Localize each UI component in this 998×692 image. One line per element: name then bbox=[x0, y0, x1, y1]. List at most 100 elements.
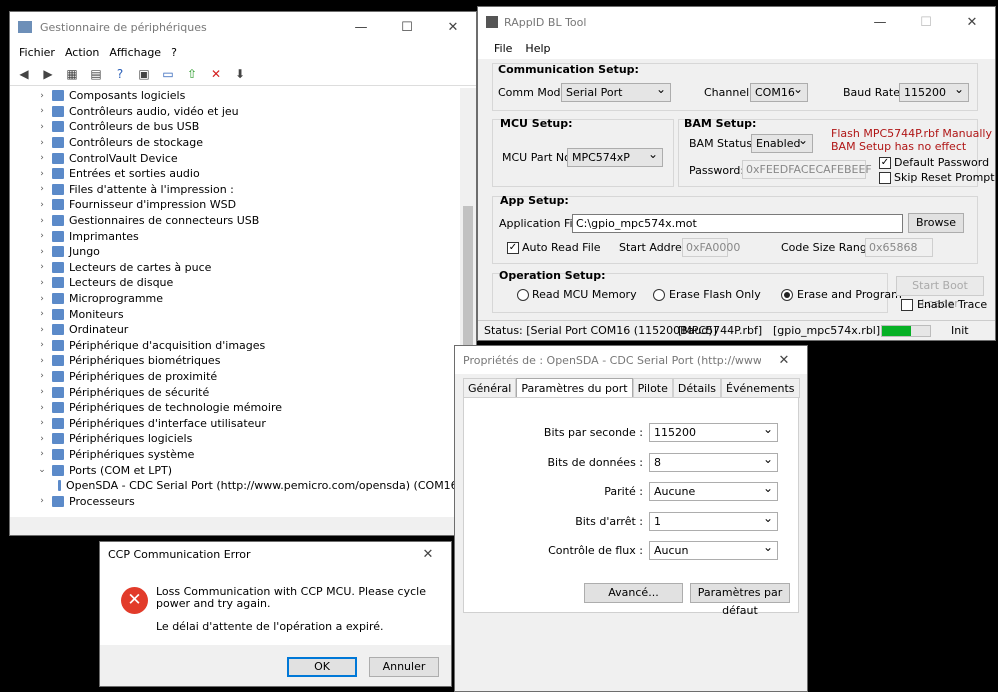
chevron-right-icon[interactable]: › bbox=[36, 325, 48, 335]
chevron-right-icon[interactable]: › bbox=[36, 449, 48, 459]
chevron-right-icon[interactable]: › bbox=[36, 200, 48, 210]
erase-program-radio[interactable] bbox=[781, 289, 793, 301]
horizontal-scrollbar[interactable] bbox=[10, 517, 476, 535]
tab-details[interactable]: Détails bbox=[672, 378, 722, 398]
comm-mode-select[interactable]: Serial Port bbox=[561, 81, 671, 102]
channel-select[interactable]: COM16 bbox=[750, 81, 808, 102]
chevron-right-icon[interactable]: › bbox=[36, 371, 48, 381]
rappid-close-button[interactable]: ✕ bbox=[949, 7, 995, 37]
chevron-right-icon[interactable]: › bbox=[36, 122, 48, 132]
tree-category[interactable]: › Contrôleurs de stockage bbox=[10, 135, 462, 151]
rappid-maximize-button[interactable]: ☐ bbox=[903, 7, 949, 37]
chevron-right-icon[interactable]: › bbox=[36, 138, 48, 148]
chevron-right-icon[interactable]: › bbox=[36, 434, 48, 444]
chevron-right-icon[interactable]: › bbox=[36, 262, 48, 272]
tree-category[interactable]: › Microprogramme bbox=[10, 291, 462, 307]
chevron-right-icon[interactable]: › bbox=[36, 403, 48, 413]
default-password-checkbox[interactable]: ✓ bbox=[879, 157, 891, 169]
tree-category[interactable]: › Jungo bbox=[10, 244, 462, 260]
field-select[interactable]: 8 bbox=[649, 451, 778, 472]
tree-category[interactable]: › Fournisseur d'impression WSD bbox=[10, 197, 462, 213]
menu-affichage[interactable]: Affichage bbox=[104, 46, 166, 59]
forward-arrow-icon[interactable]: ▶ bbox=[38, 65, 58, 83]
tree-child-item[interactable]: OpenSDA - CDC Serial Port (http://www.pe… bbox=[10, 478, 462, 494]
tab-events[interactable]: Événements bbox=[721, 378, 800, 398]
chevron-right-icon[interactable]: › bbox=[36, 91, 48, 101]
menu-fichier[interactable]: Fichier bbox=[14, 46, 60, 59]
bam-status-select[interactable]: Enabled bbox=[751, 132, 813, 153]
tab-port-settings[interactable]: Paramètres du port bbox=[516, 378, 633, 398]
props-close-button[interactable]: ✕ bbox=[761, 346, 807, 375]
start-address-input[interactable]: 0xFA0000 bbox=[682, 238, 740, 257]
tree-category[interactable]: › Ordinateur bbox=[10, 322, 462, 338]
tree-category[interactable]: › Lecteurs de disque bbox=[10, 275, 462, 291]
start-boot-loader-button[interactable]: Start Boot Loader bbox=[896, 276, 984, 310]
menu-help[interactable]: ? bbox=[166, 46, 182, 59]
defaults-button[interactable]: Paramètres par défaut bbox=[690, 583, 790, 617]
chevron-right-icon[interactable]: › bbox=[36, 184, 48, 194]
error-close-button[interactable]: ✕ bbox=[405, 542, 451, 566]
field-select[interactable]: Aucune bbox=[649, 480, 778, 502]
tree-category[interactable]: ⌄ Ports (COM et LPT) bbox=[10, 462, 462, 478]
monitor-icon[interactable]: ▭ bbox=[158, 65, 178, 83]
auto-read-checkbox[interactable]: ✓ bbox=[507, 242, 519, 254]
field-select[interactable]: 115200 bbox=[649, 421, 778, 442]
chevron-right-icon[interactable]: › bbox=[36, 356, 48, 366]
tree-category[interactable]: › Périphériques système bbox=[10, 447, 462, 463]
action-icon[interactable]: ▣ bbox=[134, 65, 154, 83]
read-memory-radio[interactable] bbox=[517, 289, 529, 301]
view-icon[interactable]: ▦ bbox=[62, 65, 82, 83]
cancel-button[interactable]: Annuler bbox=[369, 657, 439, 677]
chevron-right-icon[interactable]: › bbox=[36, 340, 48, 350]
tree-category[interactable]: › Périphériques de technologie mémoire bbox=[10, 400, 462, 416]
chevron-right-icon[interactable]: › bbox=[36, 106, 48, 116]
tree-category[interactable]: › Files d'attente à l'impression : bbox=[10, 182, 462, 198]
tree-category[interactable]: › Périphériques de sécurité bbox=[10, 384, 462, 400]
menu-help-rappid[interactable]: Help bbox=[520, 42, 555, 55]
chevron-right-icon[interactable]: › bbox=[36, 387, 48, 397]
chevron-right-icon[interactable]: › bbox=[36, 294, 48, 304]
uninstall-icon[interactable]: ✕ bbox=[206, 65, 226, 83]
chevron-right-icon[interactable]: › bbox=[36, 216, 48, 226]
chevron-right-icon[interactable]: › bbox=[36, 278, 48, 288]
download-icon[interactable]: ⬇ bbox=[230, 65, 250, 83]
tab-general[interactable]: Général bbox=[463, 378, 517, 398]
tree-category[interactable]: › Composants logiciels bbox=[10, 88, 462, 104]
tree-category[interactable]: › Périphériques d'interface utilisateur bbox=[10, 415, 462, 431]
chevron-down-icon[interactable]: ⌄ bbox=[36, 465, 48, 475]
chevron-right-icon[interactable]: › bbox=[36, 418, 48, 428]
chevron-right-icon[interactable]: › bbox=[36, 247, 48, 257]
chevron-right-icon[interactable]: › bbox=[36, 169, 48, 179]
tree-category[interactable]: › Contrôleurs de bus USB bbox=[10, 119, 462, 135]
tree-category[interactable]: › Processeurs bbox=[10, 493, 462, 509]
maximize-button[interactable]: ☐ bbox=[384, 12, 430, 42]
password-input[interactable]: 0xFEEDFACECAFEBEEF bbox=[742, 160, 872, 179]
chevron-right-icon[interactable]: › bbox=[36, 496, 48, 506]
help-icon[interactable]: ? bbox=[110, 65, 130, 83]
enable-trace-checkbox[interactable] bbox=[901, 299, 913, 311]
tree-category[interactable]: › Périphériques biométriques bbox=[10, 353, 462, 369]
back-arrow-icon[interactable]: ◀ bbox=[14, 65, 34, 83]
minimize-button[interactable]: — bbox=[338, 12, 384, 42]
tree-category[interactable]: › Lecteurs de cartes à puce bbox=[10, 260, 462, 276]
tree-category[interactable]: › Périphérique d'acquisition d'images bbox=[10, 338, 462, 354]
mcu-part-select[interactable]: MPC574xP bbox=[567, 146, 663, 167]
app-file-input[interactable]: C:\gpio_mpc574x.mot bbox=[572, 214, 903, 233]
update-driver-icon[interactable]: ⇧ bbox=[182, 65, 202, 83]
baud-select[interactable]: 115200 bbox=[899, 81, 969, 102]
tree-category[interactable]: › ControlVault Device bbox=[10, 150, 462, 166]
tree-category[interactable]: › Imprimantes bbox=[10, 228, 462, 244]
tree-category[interactable]: › Périphériques de proximité bbox=[10, 369, 462, 385]
properties-icon[interactable]: ▤ bbox=[86, 65, 106, 83]
tree-category[interactable]: › Moniteurs bbox=[10, 306, 462, 322]
menu-action[interactable]: Action bbox=[60, 46, 104, 59]
skip-reset-checkbox[interactable] bbox=[879, 172, 891, 184]
field-select[interactable]: Aucun bbox=[649, 539, 778, 561]
tree-category[interactable]: › Gestionnaires de connecteurs USB bbox=[10, 213, 462, 229]
browse-button[interactable]: Browse bbox=[908, 213, 964, 233]
field-select[interactable]: 1 bbox=[649, 510, 778, 531]
ok-button[interactable]: OK bbox=[287, 657, 357, 677]
tree-category[interactable]: › Contrôleurs audio, vidéo et jeu bbox=[10, 104, 462, 120]
tab-driver[interactable]: Pilote bbox=[632, 378, 673, 398]
chevron-right-icon[interactable]: › bbox=[36, 153, 48, 163]
